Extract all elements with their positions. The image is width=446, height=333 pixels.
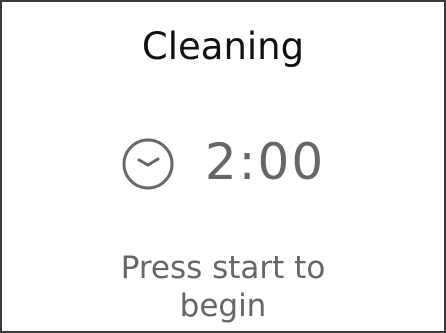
- status-message: Press start to begin: [2, 249, 444, 325]
- cleaning-screen: Cleaning 2:00 Press start to begin: [0, 0, 446, 333]
- screen-title: Cleaning: [141, 25, 305, 68]
- clock-icon: [121, 137, 175, 191]
- status-message-line-1: Press start to: [120, 250, 326, 286]
- timer-value: 2:00: [204, 133, 326, 191]
- timer-display: 2:00: [2, 130, 444, 194]
- status-message-line-2: begin: [179, 288, 267, 324]
